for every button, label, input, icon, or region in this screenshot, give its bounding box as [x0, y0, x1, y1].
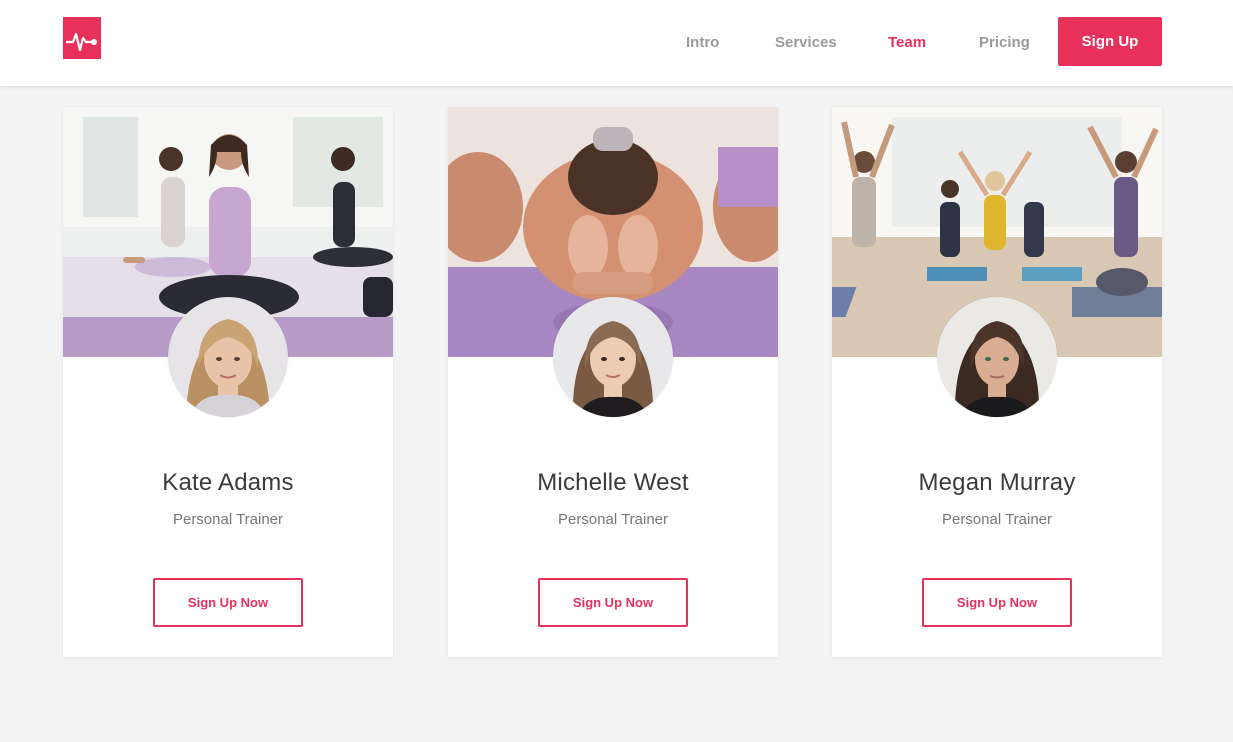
trainer-role: Personal Trainer [941, 511, 1053, 528]
nav-link-intro[interactable]: Intro [686, 0, 719, 86]
avatar-megan-murray [937, 297, 1057, 417]
sign-up-now-button[interactable]: Sign Up Now [153, 578, 303, 627]
heartbeat-logo-icon[interactable] [63, 17, 101, 59]
trainer-name: Megan Murray [918, 469, 1076, 496]
team-card-kate-adams: Kate Adams Personal Trainer Sign Up Now [63, 107, 393, 657]
team-card-megan-murray: Megan Murray Personal Trainer Sign Up No… [832, 107, 1162, 657]
sign-up-now-button[interactable]: Sign Up Now [922, 578, 1072, 627]
nav-link-pricing[interactable]: Pricing [979, 0, 1030, 86]
sign-up-now-button[interactable]: Sign Up Now [538, 578, 688, 627]
trainer-name: Kate Adams [162, 469, 294, 496]
top-navigation-bar: Intro Services Team Pricing Sign Up [0, 0, 1233, 86]
avatar-kate-adams [168, 297, 288, 417]
nav-link-services[interactable]: Services [775, 0, 837, 86]
avatar-michelle-west [553, 297, 673, 417]
trainer-role: Personal Trainer [172, 511, 284, 528]
sign-up-button[interactable]: Sign Up [1058, 17, 1162, 66]
trainer-name: Michelle West [537, 469, 689, 496]
trainer-role: Personal Trainer [557, 511, 669, 528]
team-card-michelle-west: Michelle West Personal Trainer Sign Up N… [448, 107, 778, 657]
nav-link-team[interactable]: Team [888, 0, 926, 86]
